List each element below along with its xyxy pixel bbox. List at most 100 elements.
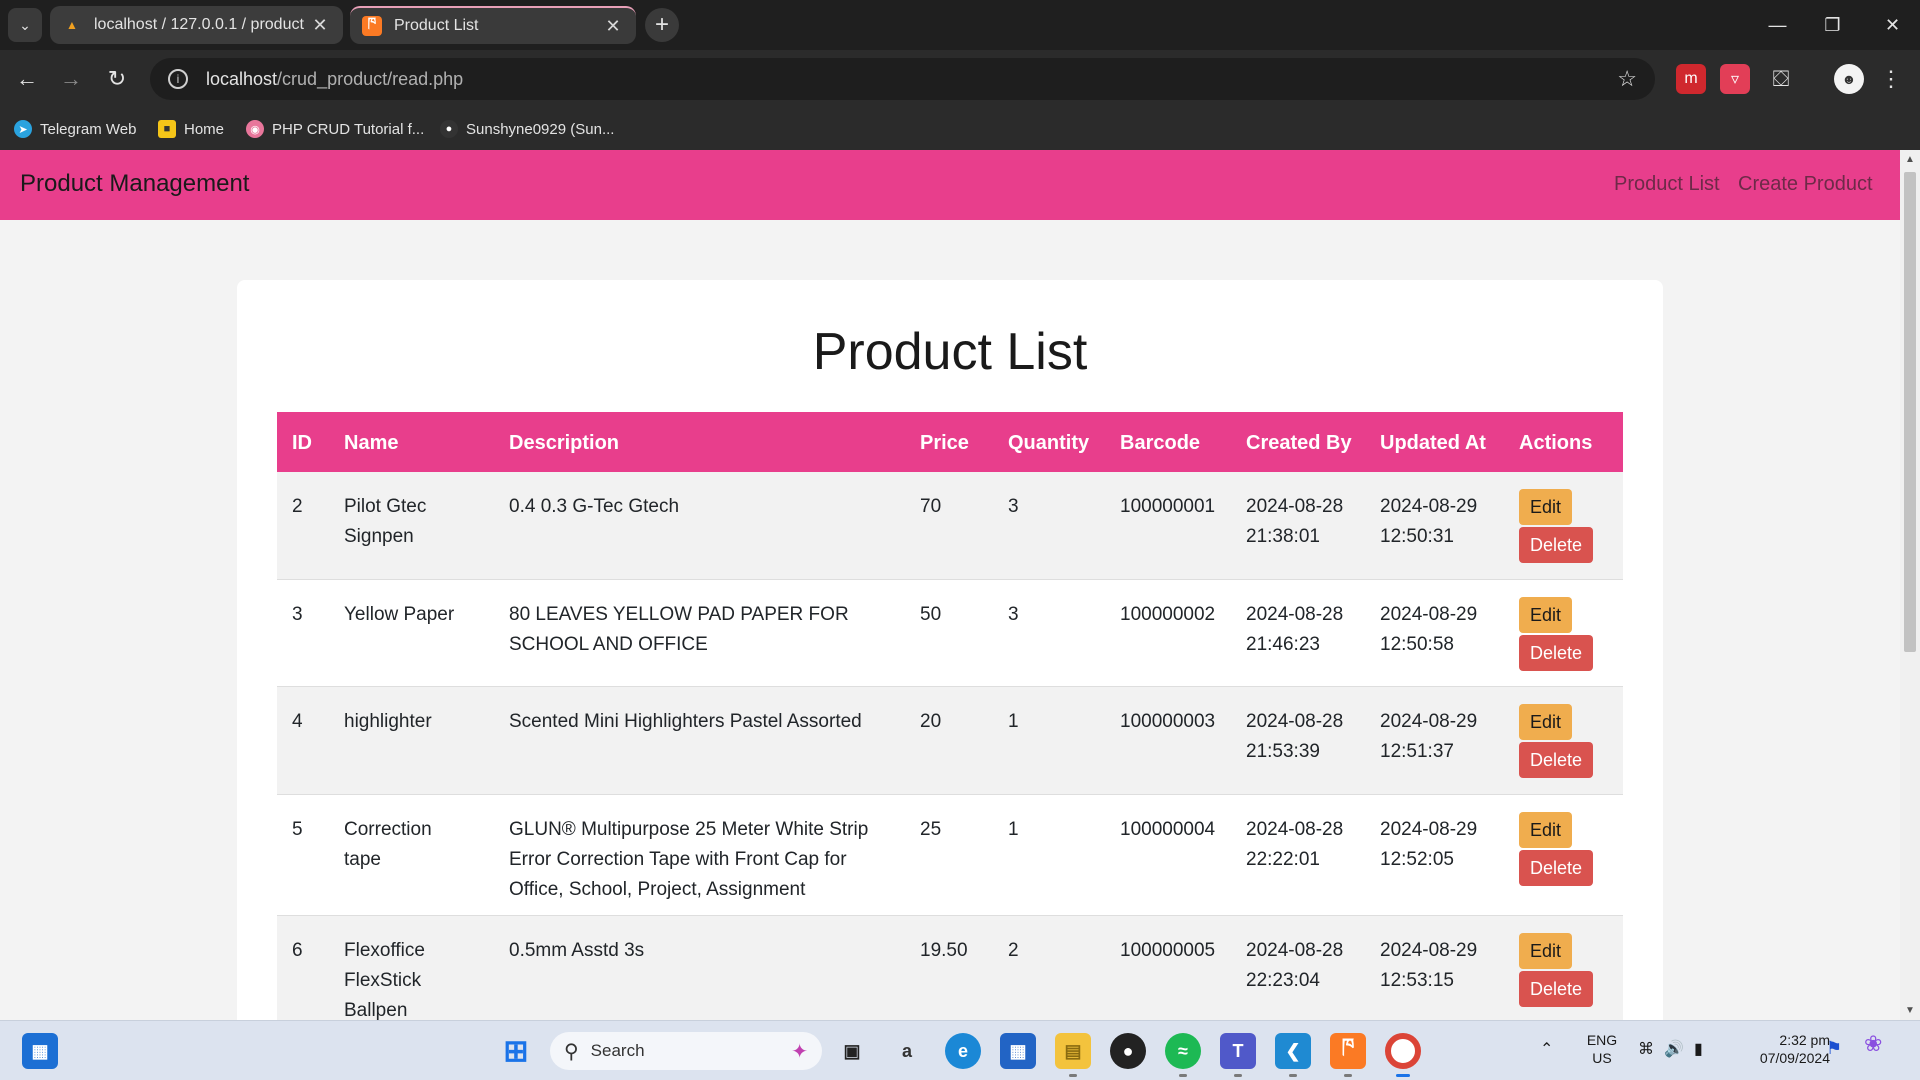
bing-hummingbird-icon: ✦ (791, 1040, 808, 1063)
tab-product-list[interactable]: ཁ Product List ✕ (350, 6, 636, 44)
cell-price: 19.50 (920, 940, 968, 961)
site-info-icon[interactable]: i (168, 69, 188, 89)
cell-name: highlighter (344, 711, 432, 732)
file-explorer-icon[interactable]: ▤ (1055, 1033, 1091, 1077)
table-row: 5 Correction tape GLUN® Multipurpose 25 … (277, 795, 1623, 916)
cell-created: 2024-08-28 21:53:39 (1246, 711, 1344, 762)
cell-id: 4 (292, 711, 303, 732)
bookmark-label: Sunshyne0929 (Sun... (466, 120, 615, 138)
scroll-up-icon[interactable]: ▲ (1900, 154, 1920, 165)
extensions-puzzle-icon[interactable]: ⛋ (1766, 64, 1796, 94)
col-price: Price (920, 432, 969, 454)
cell-id: 3 (292, 604, 303, 625)
edge-icon[interactable]: e (945, 1033, 981, 1069)
cell-updated: 2024-08-29 12:51:37 (1380, 711, 1478, 762)
chrome-icon[interactable] (1385, 1033, 1421, 1077)
edit-button[interactable]: Edit (1519, 489, 1573, 525)
url-text: localhost/crud_product/read.php (206, 69, 463, 90)
profile-avatar[interactable]: ☻ (1834, 64, 1864, 94)
cell-price: 50 (920, 604, 942, 625)
language-code: ENG (1586, 1032, 1618, 1048)
language-indicator[interactable]: ENG US (1580, 1031, 1624, 1067)
clock-date: 07/09/2024 (1759, 1050, 1830, 1066)
show-hidden-icons-chevron-icon[interactable]: ⌃ (1540, 1041, 1553, 1059)
widgets-icon[interactable]: ▦ (22, 1033, 58, 1069)
bookmark-home[interactable]: ■ Home (158, 118, 224, 140)
tab-title: localhost / 127.0.0.1 / product | (94, 16, 309, 33)
github-desktop-icon[interactable]: ● (1110, 1033, 1146, 1069)
delete-button[interactable]: Delete (1519, 971, 1594, 1007)
edit-button[interactable]: Edit (1519, 812, 1573, 848)
cell-quantity: 3 (1008, 496, 1019, 517)
product-card: Product List ID Name Description Price Q… (237, 280, 1663, 1020)
restore-icon[interactable]: ❐ (1805, 0, 1860, 50)
edit-button[interactable]: Edit (1519, 933, 1573, 969)
cell-updated: 2024-08-29 12:50:58 (1380, 604, 1478, 655)
forward-icon[interactable]: → (52, 60, 90, 98)
spotify-icon[interactable]: ≈ (1165, 1033, 1201, 1077)
bookmarks-bar: ➤ Telegram Web ■ Home ◉ PHP CRUD Tutoria… (0, 108, 1920, 150)
delete-button[interactable]: Delete (1519, 527, 1594, 563)
copilot-icon[interactable]: ❀ (1864, 1033, 1882, 1055)
pocket-extension-icon[interactable]: ▿ (1720, 64, 1750, 94)
bookmark-star-icon[interactable]: ☆ (1617, 66, 1637, 92)
xampp-taskbar-icon[interactable]: ཁ (1330, 1033, 1366, 1077)
close-window-icon[interactable]: ✕ (1865, 0, 1920, 50)
tab-search-dropdown-icon[interactable]: ⌄ (8, 8, 42, 42)
nav-link-product-list[interactable]: Product List (1614, 173, 1720, 196)
reload-icon[interactable]: ↻ (98, 60, 136, 98)
table-header: ID Name Description Price Quantity Barco… (277, 412, 1623, 472)
back-icon[interactable]: ← (8, 60, 46, 98)
extension-red-icon[interactable]: m (1676, 64, 1706, 94)
scrollbar-thumb[interactable] (1904, 172, 1916, 652)
cell-name: Pilot Gtec Signpen (344, 496, 427, 547)
battery-icon[interactable]: ▮ (1694, 1041, 1703, 1059)
edit-button[interactable]: Edit (1519, 704, 1573, 740)
vscode-icon[interactable]: ❮ (1275, 1033, 1311, 1077)
top-navbar: Product Management Product List Create P… (0, 150, 1900, 220)
running-indicator (1289, 1074, 1297, 1077)
bookmark-github[interactable]: ● Sunshyne0929 (Sun... (440, 118, 614, 140)
delete-button[interactable]: Delete (1519, 635, 1594, 671)
running-indicator (1069, 1074, 1077, 1077)
volume-icon[interactable]: 🔊 (1664, 1041, 1684, 1059)
col-description: Description (509, 432, 620, 454)
clock[interactable]: 2:32 pm 07/09/2024 (1740, 1031, 1830, 1067)
wifi-icon[interactable]: ⌘ (1638, 1041, 1654, 1059)
teams-icon[interactable]: T (1220, 1033, 1256, 1077)
bookmark-telegram[interactable]: ➤ Telegram Web (14, 118, 136, 140)
close-tab-icon[interactable]: ✕ (309, 15, 331, 36)
delete-button[interactable]: Delete (1519, 850, 1594, 886)
cell-barcode: 100000001 (1120, 496, 1216, 517)
col-actions: Actions (1519, 432, 1593, 454)
minimize-icon[interactable]: — (1750, 0, 1805, 50)
page-scrollbar[interactable]: ▲ ▼ (1900, 150, 1920, 1020)
scroll-down-icon[interactable]: ▼ (1900, 1005, 1920, 1016)
edit-button[interactable]: Edit (1519, 597, 1573, 633)
url-input[interactable]: i localhost/crud_product/read.php ☆ (150, 58, 1655, 100)
kebab-menu-icon[interactable]: ⋮ (1876, 64, 1906, 94)
product-table: ID Name Description Price Quantity Barco… (277, 412, 1623, 1020)
microsoft-store-icon[interactable]: ▦ (1000, 1033, 1036, 1069)
task-view-icon[interactable]: ▣ (834, 1033, 870, 1069)
delete-button[interactable]: Delete (1519, 742, 1594, 778)
navbar-brand[interactable]: Product Management (20, 170, 249, 198)
notification-bell-icon[interactable]: ⚑ (1826, 1039, 1842, 1057)
nav-link-create-product[interactable]: Create Product (1738, 173, 1873, 196)
col-id: ID (292, 432, 312, 454)
col-updated-at: Updated At (1380, 432, 1486, 454)
cell-barcode: 100000002 (1120, 604, 1216, 625)
windows-start-icon[interactable]: ⊞ (498, 1033, 534, 1069)
col-created-by: Created By (1246, 432, 1352, 454)
running-indicator (1234, 1074, 1242, 1077)
tab-phpmyadmin[interactable]: ▲ localhost / 127.0.0.1 / product | ✕ (50, 6, 343, 44)
table-row: 6 Flexoffice FlexStick Ballpen 0.5mm Ass… (277, 916, 1623, 1020)
cell-name: Flexoffice FlexStick Ballpen (344, 940, 425, 1020)
bookmark-php-crud[interactable]: ◉ PHP CRUD Tutorial f... (246, 118, 424, 140)
new-tab-button[interactable]: + (645, 8, 679, 42)
close-tab-icon[interactable]: ✕ (602, 16, 624, 37)
taskbar-search-input[interactable]: ⚲ Search ✦ (550, 1032, 822, 1070)
cell-name: Yellow Paper (344, 604, 455, 625)
amazon-icon[interactable]: a (889, 1033, 925, 1069)
cell-description: 0.4 0.3 G-Tec Gtech (509, 496, 680, 517)
